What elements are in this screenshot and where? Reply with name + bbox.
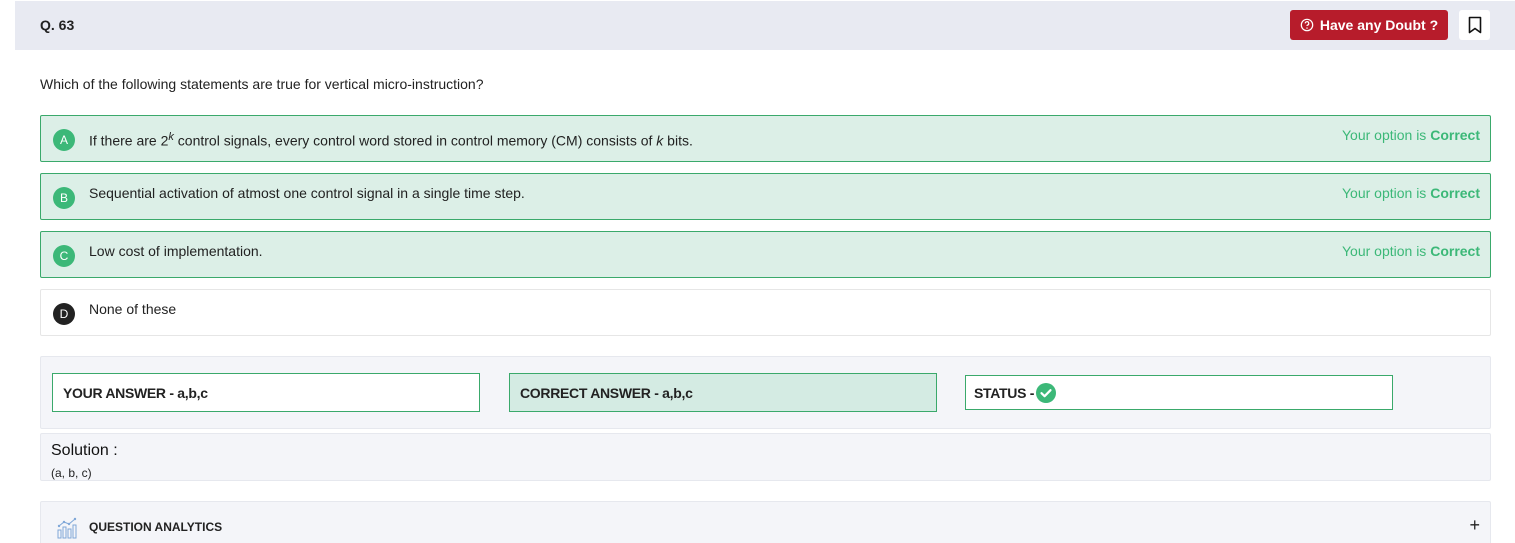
bookmark-icon [1468,16,1481,34]
plus-icon[interactable]: + [1469,515,1480,536]
status-box: STATUS - [965,375,1393,410]
question-number: Q. 63 [40,17,75,33]
correct-answer-text: CORRECT ANSWER - a,b,c [520,384,693,401]
solution-body: (a, b, c) [51,466,92,480]
question-text: Which of the following statements are tr… [40,76,484,92]
have-doubt-label: Have any Doubt ? [1319,17,1439,33]
option-status: Your option is Correct [1341,243,1480,259]
have-doubt-button[interactable]: Have any Doubt ? [1290,10,1448,40]
your-answer-box: YOUR ANSWER - a,b,c [52,373,480,412]
option-text: Sequential activation of atmost one cont… [89,185,525,201]
option-text: None of these [89,301,177,317]
question-card: Q. 63 Have any Doubt ? Which of the foll… [15,0,1515,543]
correct-answer-box: CORRECT ANSWER - a,b,c [509,373,937,412]
check-circle-icon [1036,382,1057,403]
option-letter: A [53,129,75,151]
doubt-icon [1300,18,1314,32]
solution-title: Solution : [51,442,118,459]
analytics-label: QUESTION ANALYTICS [89,520,223,534]
option-text: Low cost of implementation. [89,243,263,259]
option-c[interactable]: C Low cost of implementation. Your optio… [40,231,1491,278]
question-header: Q. 63 Have any Doubt ? [15,1,1515,50]
option-d[interactable]: D None of these [40,289,1491,336]
analytics-chart-icon [57,517,77,539]
option-letter: D [53,303,75,325]
option-status: Your option is Correct [1341,185,1480,201]
option-status: Your option is Correct [1341,127,1480,143]
option-a[interactable]: A If there are 2k control signals, every… [40,115,1491,162]
option-b[interactable]: B Sequential activation of atmost one co… [40,173,1491,220]
option-text: If there are 2k control signals, every c… [89,131,693,149]
option-letter: B [53,187,75,209]
answers-panel: YOUR ANSWER - a,b,c CORRECT ANSWER - a,b… [40,356,1491,429]
your-answer-text: YOUR ANSWER - a,b,c [63,384,208,401]
status-label: STATUS - [974,384,1035,401]
bookmark-button[interactable] [1459,10,1490,40]
option-letter: C [53,245,75,267]
question-analytics-toggle[interactable]: QUESTION ANALYTICS + [40,501,1491,543]
solution-panel: Solution : (a, b, c) [40,433,1491,481]
